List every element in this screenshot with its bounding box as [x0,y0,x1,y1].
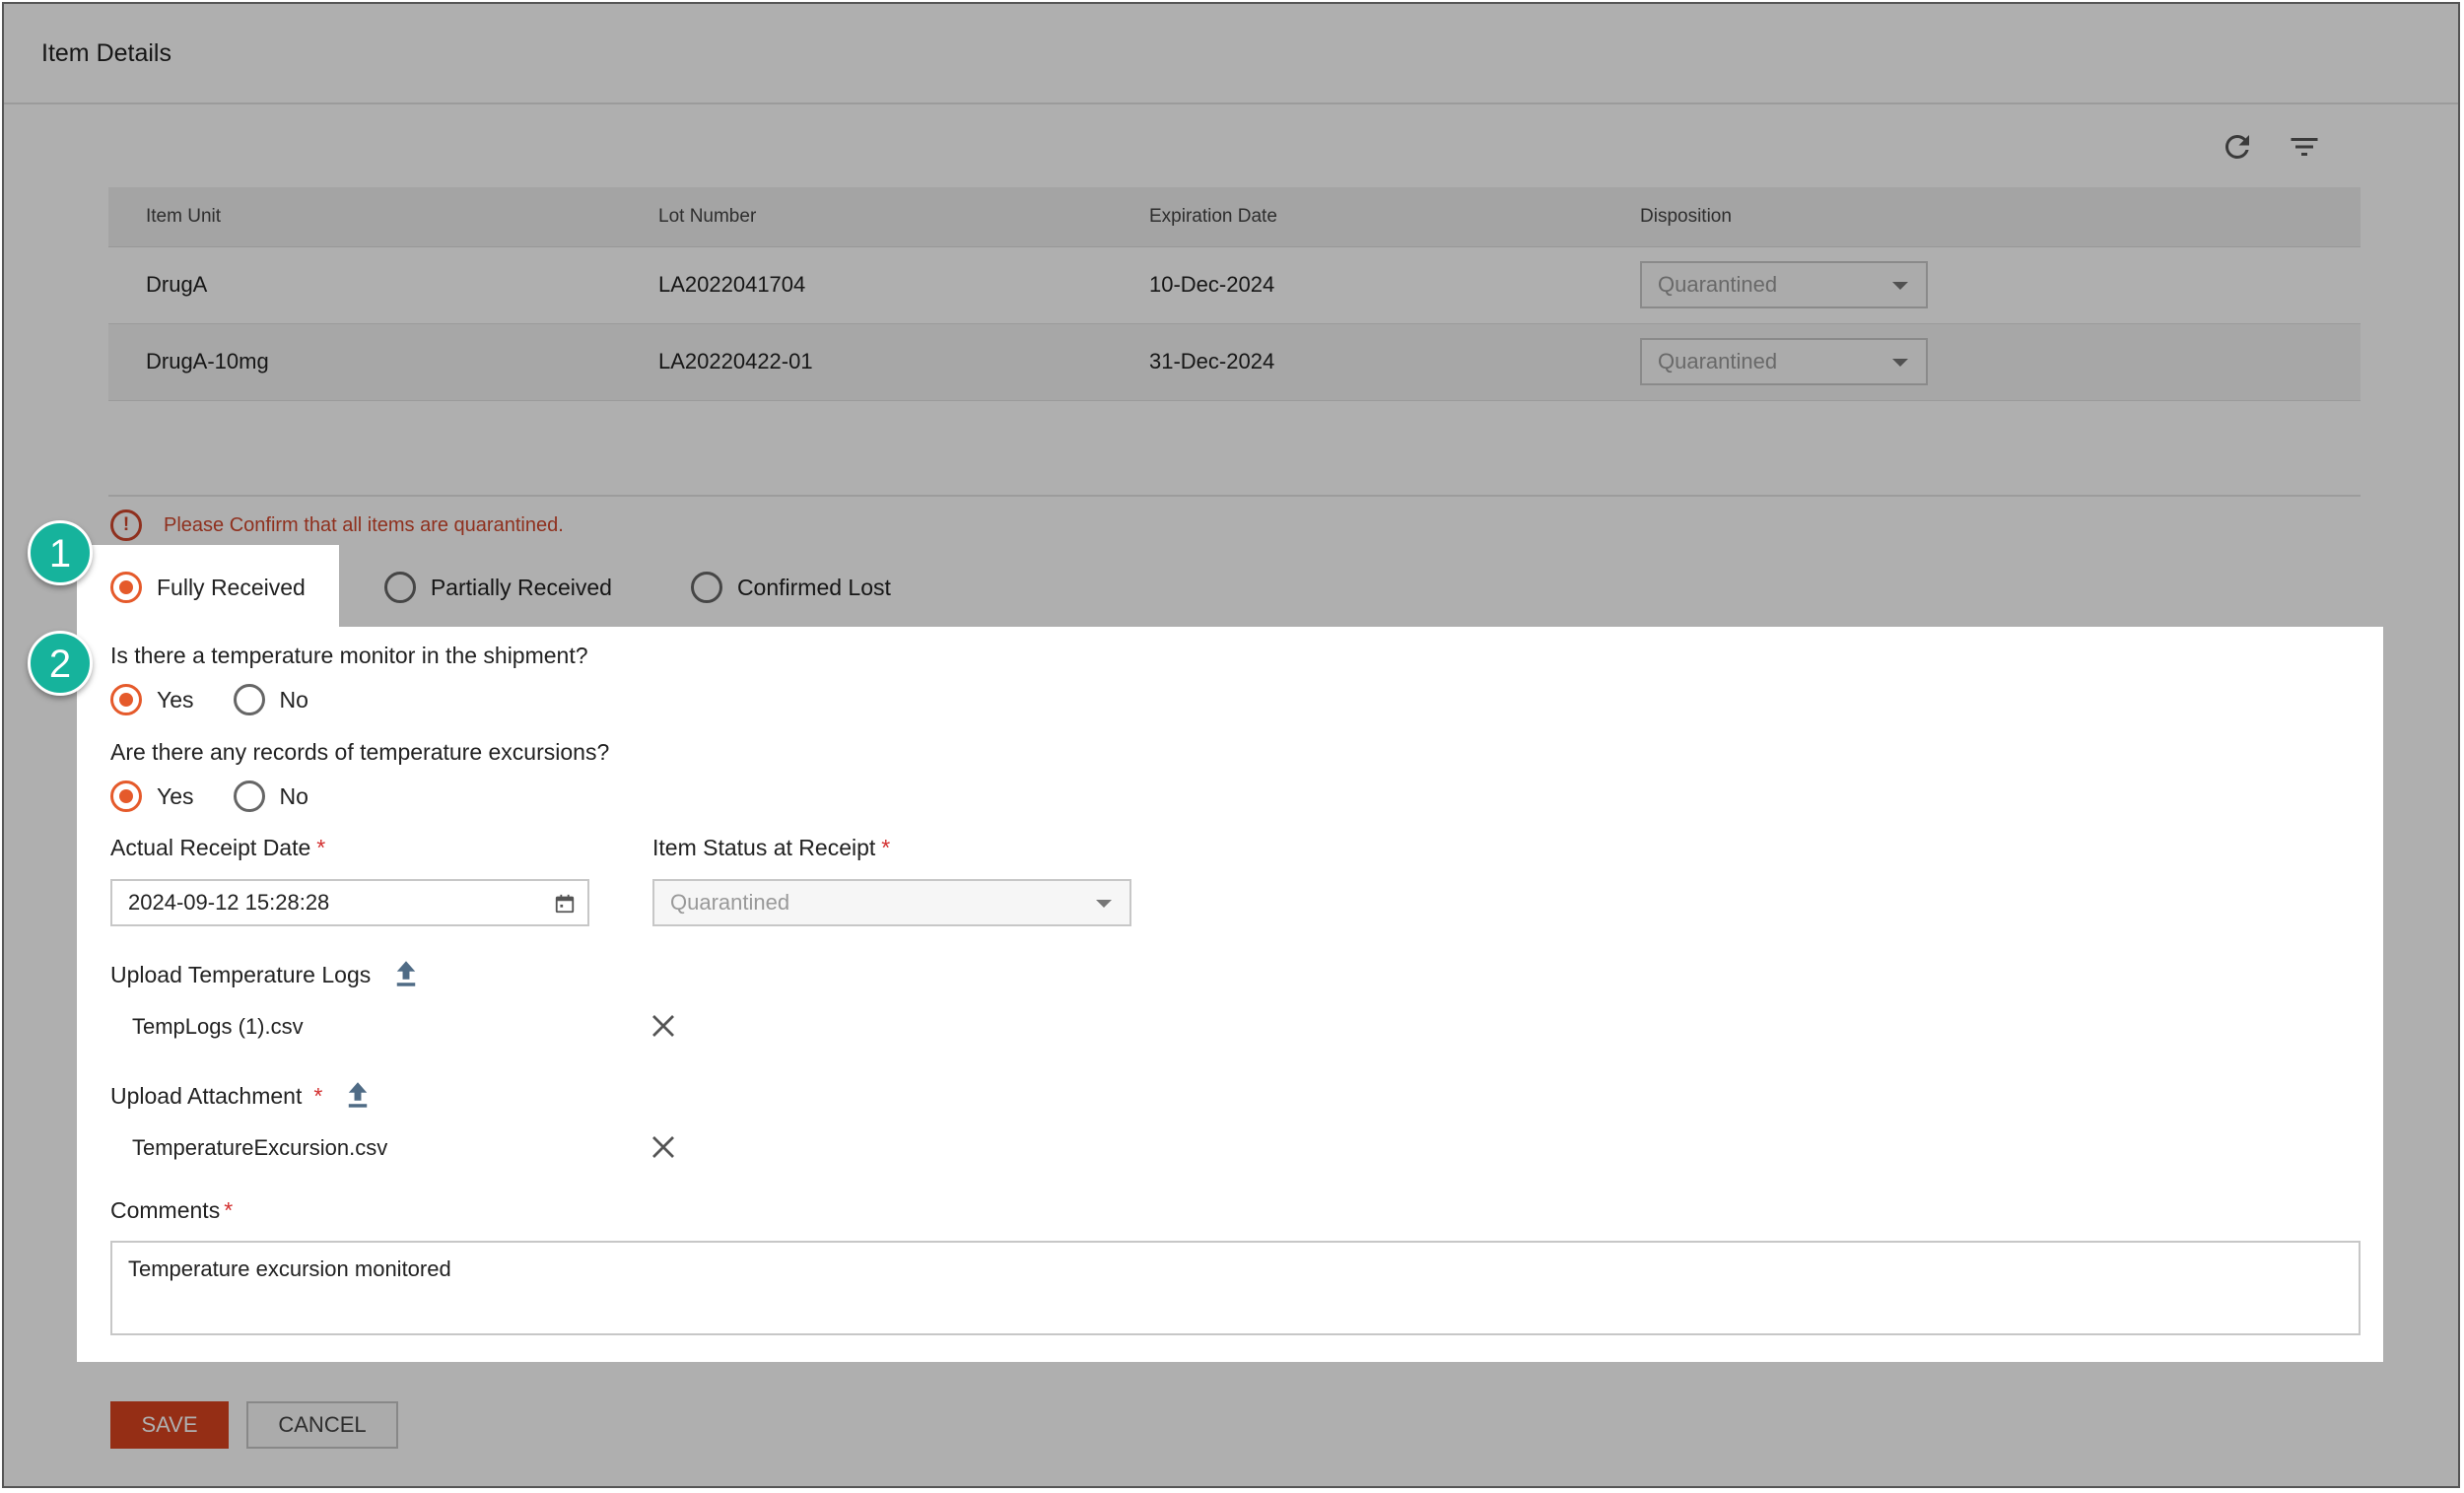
save-button[interactable]: SAVE [110,1401,229,1449]
upload-temp-logs-label: Upload Temperature Logs [110,962,372,987]
warning-text: Please Confirm that all items are quaran… [164,513,564,536]
remove-temp-logs-close-icon[interactable] [649,1011,678,1041]
table-row: DrugA-10mg LA20220422-01 31-Dec-2024 Qua… [108,323,2361,401]
disposition-select[interactable]: Quarantined [1640,261,1928,308]
upload-icon[interactable] [344,1080,372,1110]
radio-unchecked-icon [233,684,265,715]
receipt-status-group: Fully Received Partially Received Confir… [110,572,891,603]
disposition-cell: Quarantined [1603,323,2361,401]
callout-badge-1: 1 [28,520,93,585]
radio-unchecked-icon [383,572,416,603]
radio-label: Yes [157,686,194,713]
chevron-down-icon [1096,900,1112,908]
radio-excursion-no[interactable]: No [233,780,308,812]
section-divider [108,495,2361,497]
radio-label: No [279,686,308,713]
page-frame: Item Details Item Unit Lot Number Expira… [2,2,2460,1488]
excursion-group: Yes No [110,780,308,812]
expiration-date-cell: 10-Dec-2024 [1112,246,1603,324]
temp-logs-file-name: TempLogs (1).csv [132,1014,304,1039]
column-header-item-unit[interactable]: Item Unit [108,187,621,247]
page-title: Item Details [41,39,171,67]
item-status-value: Quarantined [670,890,790,915]
calendar-icon[interactable] [554,893,576,915]
items-table: Item Unit Lot Number Expiration Date Dis… [108,187,2361,401]
radio-temp-monitor-no[interactable]: No [233,684,308,715]
radio-fully-received[interactable]: Fully Received [110,572,306,603]
excursion-question: Are there any records of temperature exc… [110,739,610,765]
disposition-value: Quarantined [1658,272,1778,297]
radio-confirmed-lost[interactable]: Confirmed Lost [690,572,891,603]
upload-attachment-label: Upload Attachment * [110,1083,323,1109]
cancel-button[interactable]: CANCEL [246,1401,398,1449]
radio-unchecked-icon [690,572,722,603]
comments-textarea[interactable]: Temperature excursion monitored [110,1241,2361,1335]
lot-number-cell: LA2022041704 [621,246,1112,324]
lot-number-cell: LA20220422-01 [621,323,1112,401]
alert-icon: ! [110,509,142,541]
radio-label: Fully Received [157,574,306,600]
required-marker: * [881,835,891,860]
disposition-select[interactable]: Quarantined [1640,338,1928,385]
refresh-icon[interactable] [2220,129,2255,165]
table-row: DrugA LA2022041704 10-Dec-2024 Quarantin… [108,246,2361,324]
radio-checked-icon [110,684,142,715]
column-header-lot-number[interactable]: Lot Number [621,187,1112,247]
warning-message: ! Please Confirm that all items are quar… [110,509,564,541]
radio-temp-monitor-yes[interactable]: Yes [110,684,194,715]
column-header-disposition[interactable]: Disposition [1603,187,2361,247]
radio-partially-received[interactable]: Partially Received [383,572,612,603]
item-status-label: Item Status at Receipt * [652,835,891,860]
header-divider [4,102,2458,104]
receipt-date-input[interactable]: 2024-09-12 15:28:28 [110,879,589,926]
comments-label: Comments * [110,1197,234,1223]
temp-monitor-question: Is there a temperature monitor in the sh… [110,643,588,668]
temp-monitor-group: Yes No [110,684,308,715]
item-unit-cell: DrugA-10mg [108,323,621,401]
chevron-down-icon [1892,282,1908,290]
filter-icon[interactable] [2287,129,2322,165]
receipt-date-label: Actual Receipt Date * [110,835,326,860]
chevron-down-icon [1892,359,1908,367]
radio-label: No [279,782,308,809]
attachment-file-name: TemperatureExcursion.csv [132,1135,388,1160]
disposition-value: Quarantined [1658,349,1778,373]
receipt-date-value: 2024-09-12 15:28:28 [128,890,330,915]
item-unit-cell: DrugA [108,246,621,324]
radio-label: Partially Received [430,574,612,600]
expiration-date-cell: 31-Dec-2024 [1112,323,1603,401]
radio-checked-icon [110,572,142,603]
required-marker: * [316,835,326,860]
required-marker: * [313,1083,323,1109]
radio-excursion-yes[interactable]: Yes [110,780,194,812]
radio-unchecked-icon [233,780,265,812]
required-marker: * [224,1197,234,1223]
radio-checked-icon [110,780,142,812]
upload-icon[interactable] [392,959,420,988]
radio-label: Yes [157,782,194,809]
table-header-row: Item Unit Lot Number Expiration Date Dis… [108,187,2361,247]
disposition-cell: Quarantined [1603,246,2361,324]
radio-label: Confirmed Lost [736,574,891,600]
column-header-expiration-date[interactable]: Expiration Date [1112,187,1603,247]
callout-badge-2: 2 [28,631,93,696]
remove-attachment-close-icon[interactable] [649,1132,678,1162]
item-status-select[interactable]: Quarantined [652,879,1131,926]
